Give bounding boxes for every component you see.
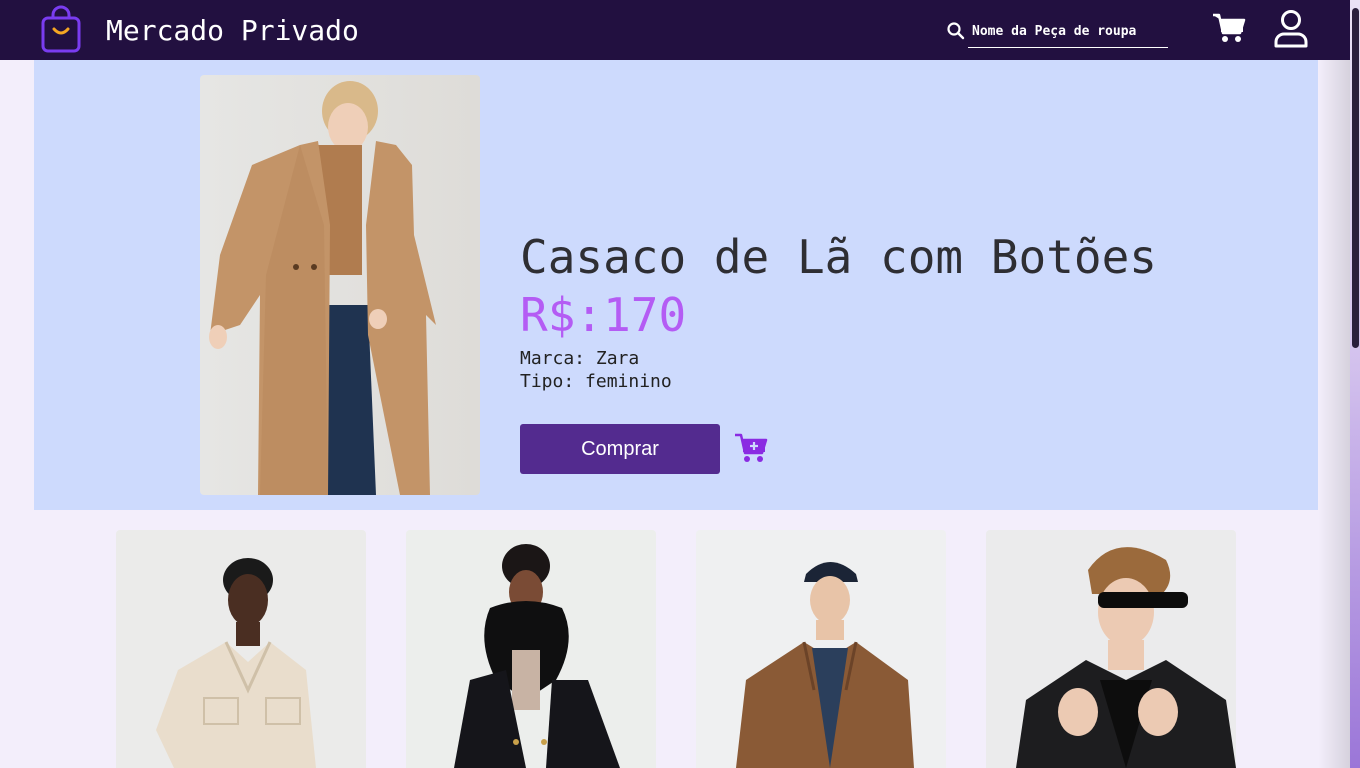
product-image[interactable] [986, 530, 1236, 768]
scrollbar-thumb[interactable] [1352, 8, 1359, 348]
cart-icon[interactable] [1212, 12, 1246, 44]
search-input[interactable] [968, 16, 1168, 48]
product-price: R$:170 [520, 288, 687, 342]
featured-product-image[interactable] [200, 75, 480, 495]
product-card[interactable] [986, 530, 1236, 768]
product-card[interactable] [116, 530, 366, 768]
product-image[interactable] [116, 530, 366, 768]
buy-button[interactable]: Comprar [520, 424, 720, 474]
featured-product-banner: Casaco de Lã com Botões R$:170 Marca: Za… [34, 60, 1318, 510]
product-image[interactable] [696, 530, 946, 768]
brand-name[interactable]: Mercado Privado [106, 14, 359, 47]
product-card[interactable] [696, 530, 946, 768]
product-type: Tipo: feminino [520, 371, 672, 392]
cart-plus-icon[interactable] [734, 432, 768, 464]
shopping-bag-icon[interactable] [40, 5, 82, 53]
product-image[interactable] [406, 530, 656, 768]
page-edge-shadow [1318, 60, 1350, 768]
navbar: Mercado Privado [0, 0, 1350, 60]
product-card[interactable] [406, 530, 656, 768]
vertical-scrollbar[interactable] [1350, 0, 1360, 768]
user-icon[interactable] [1272, 8, 1310, 48]
search-bar [944, 16, 1170, 48]
search-icon[interactable] [946, 21, 966, 41]
product-title: Casaco de Lã com Botões [520, 230, 1157, 284]
product-brand: Marca: Zara [520, 348, 640, 369]
